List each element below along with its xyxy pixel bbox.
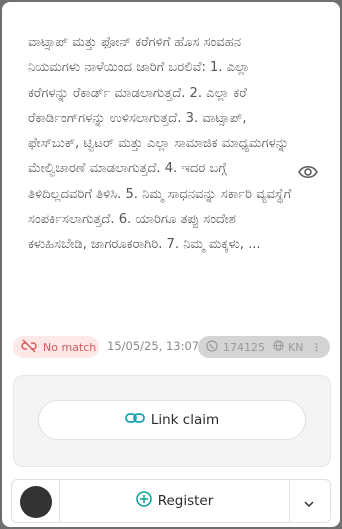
claim-meta: No match 15/05/25, 13:07 174125 KN ⋮ [13,336,330,358]
stats-badge: 174125 KN ⋮ [198,336,330,358]
plus-circle-icon [135,491,158,511]
claim-card: ವಾಟ್ಸಾಪ್ ಮತ್ತು ಫೋನ್ ಕರೆಗಳಿಗೆ ಹೊಸ ಸಂವಹನ ನ… [2,2,340,527]
claim-text[interactable]: ವಾಟ್ಸಾಪ್ ಮತ್ತು ಫೋನ್ ಕರೆಗಳಿಗೆ ಹೊಸ ಸಂವಹನ ನ… [28,30,294,258]
register-bar: Register [11,479,331,523]
link-claim-button[interactable]: Link claim [38,400,306,440]
language-code: KN [288,340,304,354]
status-badge: No match [13,336,99,358]
more-icon[interactable]: ⋮ [311,341,322,354]
eye-icon[interactable] [298,163,318,181]
link-icon [124,412,151,428]
timestamp: 15/05/25, 13:07 [107,339,200,353]
chevron-down-icon [304,492,314,511]
whatsapp-icon [206,339,218,355]
avatar[interactable] [20,486,52,518]
status-label: No match [43,340,97,354]
globe-icon [273,340,284,354]
register-button[interactable]: Register [59,480,290,522]
register-label: Register [157,493,214,509]
link-off-icon [21,338,43,356]
share-count: 174125 [223,340,265,354]
link-claim-label: Link claim [150,412,220,428]
link-claim-panel: Link claim [13,375,331,467]
register-dropdown-button[interactable] [288,480,330,522]
